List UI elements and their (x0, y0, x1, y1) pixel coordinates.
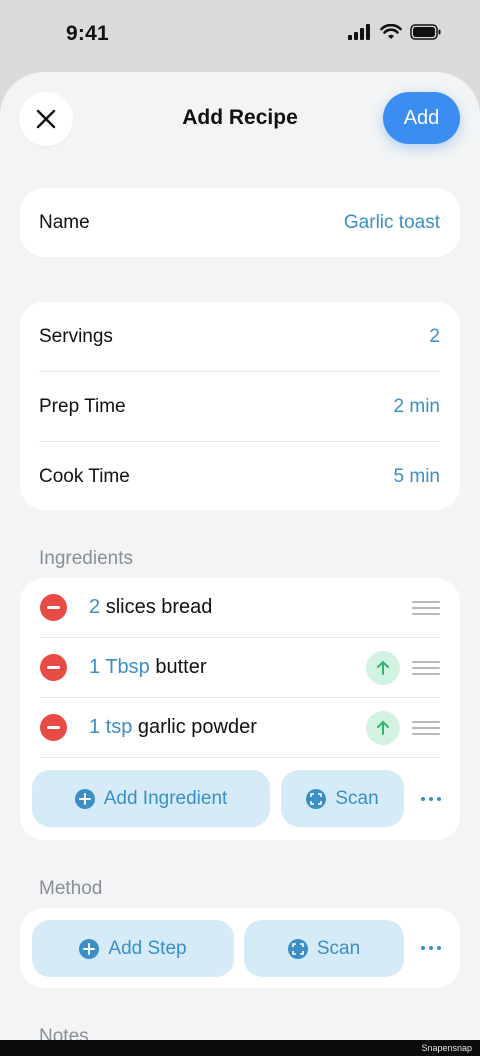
ingredient-name: butter (155, 656, 207, 678)
ingredient-quantity: 1 tsp (89, 716, 133, 738)
plus-circle-icon (74, 788, 95, 809)
ingredient-name: garlic powder (137, 716, 257, 738)
ingredients-section-label: Ingredients (39, 548, 134, 569)
arrow-up-icon (377, 660, 389, 675)
ingredients-card: 2 slices bread 1 Tbsp butter 1 tsp garli… (20, 578, 460, 840)
name-row[interactable]: Name Garlic toast (20, 188, 460, 257)
scan-icon (287, 938, 308, 959)
method-section-label: Method (39, 878, 103, 899)
add-ingredient-button[interactable]: Add Ingredient (32, 770, 270, 827)
scan-label: Scan (335, 787, 379, 809)
cook-time-row[interactable]: Cook Time 5 min (20, 442, 460, 511)
prep-time-row[interactable]: Prep Time 2 min (20, 372, 460, 441)
status-bar: 9:41 (0, 0, 480, 72)
delete-ingredient-icon[interactable] (40, 594, 67, 621)
servings-row[interactable]: Servings 2 (20, 302, 460, 371)
scan-method-button[interactable]: Scan (244, 920, 404, 977)
scan-icon (306, 788, 327, 809)
add-ingredient-label: Add Ingredient (103, 787, 228, 809)
watermark: Snapensnap (421, 1043, 472, 1053)
scan-ingredients-button[interactable]: Scan (281, 770, 404, 827)
add-recipe-sheet: Add Recipe Add Name Garlic toast Serving… (0, 72, 480, 1056)
name-value[interactable]: Garlic toast (344, 212, 440, 234)
move-up-button[interactable] (366, 710, 400, 745)
scan-label: Scan (316, 937, 361, 959)
cook-time-value[interactable]: 5 min (394, 466, 440, 488)
more-options-icon[interactable] (416, 789, 446, 809)
cellular-signal-icon (348, 24, 370, 40)
details-card: Servings 2 Prep Time 2 min Cook Time 5 m… (20, 302, 460, 510)
ingredient-name: slices bread (105, 596, 213, 618)
ingredient-row[interactable]: 2 slices bread (20, 578, 460, 637)
servings-value[interactable]: 2 (429, 326, 440, 348)
name-card: Name Garlic toast (20, 188, 460, 257)
drag-handle-icon[interactable] (412, 600, 440, 615)
arrow-up-icon (377, 720, 389, 735)
wifi-icon (380, 24, 402, 39)
ingredient-text[interactable]: 1 Tbsp butter (89, 656, 366, 679)
method-card: Add Step Scan (20, 908, 460, 988)
ingredient-row[interactable]: 1 Tbsp butter (20, 638, 460, 697)
move-up-button[interactable] (366, 650, 400, 685)
ingredient-text[interactable]: 2 slices bread (89, 596, 412, 619)
status-time: 9:41 (66, 22, 109, 45)
ingredient-quantity: 2 (89, 596, 101, 618)
prep-time-label: Prep Time (39, 395, 126, 417)
bottom-strip (0, 1040, 480, 1056)
ingredient-text[interactable]: 1 tsp garlic powder (89, 716, 366, 739)
cook-time-label: Cook Time (39, 465, 130, 487)
drag-handle-icon[interactable] (412, 720, 440, 735)
ingredient-quantity: 1 Tbsp (89, 656, 150, 678)
prep-time-value[interactable]: 2 min (394, 396, 440, 418)
ingredient-row[interactable]: 1 tsp garlic powder (20, 698, 460, 757)
name-label: Name (39, 211, 90, 233)
more-options-icon[interactable] (416, 938, 446, 958)
add-step-label: Add Step (108, 937, 187, 959)
delete-ingredient-icon[interactable] (40, 714, 67, 741)
divider (40, 757, 440, 758)
add-button[interactable]: Add (383, 92, 460, 144)
add-step-button[interactable]: Add Step (32, 920, 234, 977)
delete-ingredient-icon[interactable] (40, 654, 67, 681)
status-icons (348, 24, 442, 40)
battery-icon (410, 24, 441, 40)
plus-circle-icon (79, 938, 100, 959)
drag-handle-icon[interactable] (412, 660, 440, 675)
servings-label: Servings (39, 325, 113, 347)
